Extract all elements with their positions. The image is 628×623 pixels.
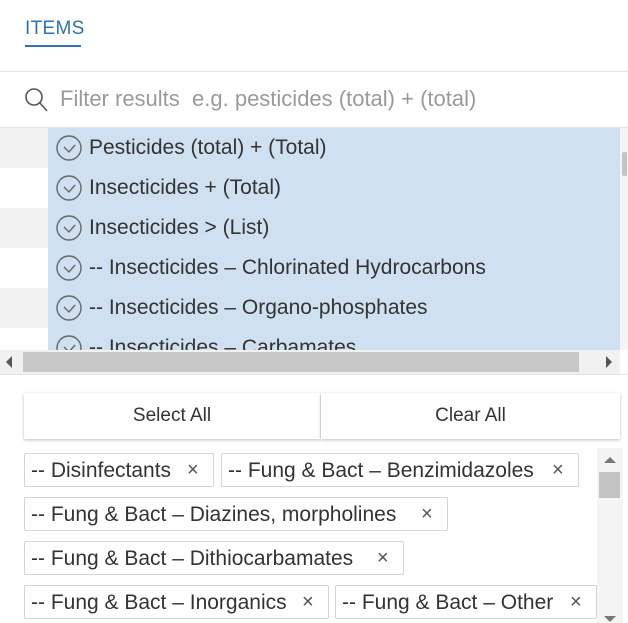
circle-check-icon[interactable] <box>56 175 82 201</box>
chip-label: -- Fung & Bact – Dithiocarbamates <box>31 547 354 570</box>
filter-bar <box>0 72 628 128</box>
selected-chip: -- Fung & Bact – Other × <box>335 585 597 619</box>
selected-chip: -- Disinfectants × <box>24 453 214 487</box>
list-item-label: Pesticides (total) + (Total) <box>89 136 327 159</box>
chip-label: -- Disinfectants <box>31 459 172 482</box>
results-list: Pesticides (total) + (Total) Insecticide… <box>0 128 628 350</box>
clear-all-button[interactable]: Clear All <box>321 393 620 439</box>
scroll-right-arrow-icon[interactable] <box>606 356 612 368</box>
list-item-label: -- Insecticides – Carbamates <box>89 336 357 350</box>
chip-label: -- Fung & Bact – Diazines, morpholines <box>31 503 397 526</box>
selected-chips: -- Disinfectants × -- Fung & Bact – Benz… <box>0 448 628 623</box>
list-item[interactable]: -- Insecticides – Carbamates <box>48 328 620 350</box>
tab-items[interactable]: ITEMS <box>25 18 85 40</box>
list-item[interactable]: -- Insecticides – Chlorinated Hydrocarbo… <box>48 248 620 288</box>
list-item[interactable]: Insecticides > (List) <box>48 208 620 248</box>
circle-check-icon[interactable] <box>56 135 82 161</box>
list-item[interactable]: -- Insecticides – Organo-phosphates <box>48 288 620 328</box>
selected-chip: -- Fung & Bact – Inorganics × <box>24 585 329 619</box>
divider <box>0 374 628 375</box>
list-item[interactable]: Insecticides + (Total) <box>48 168 620 208</box>
circle-check-icon[interactable] <box>56 335 82 350</box>
row-stripe <box>0 328 48 350</box>
list-item-label: -- Insecticides – Chlorinated Hydrocarbo… <box>89 256 486 279</box>
scrollbar-thumb[interactable] <box>622 152 627 176</box>
search-icon <box>25 88 48 112</box>
scroll-down-arrow-icon[interactable] <box>604 616 616 622</box>
circle-check-icon[interactable] <box>56 255 82 281</box>
list-item-label: Insecticides + (Total) <box>89 176 281 199</box>
chips-vertical-scrollbar[interactable] <box>597 448 623 623</box>
selected-chip: -- Fung & Bact – Dithiocarbamates × <box>24 541 404 575</box>
scrollbar-thumb[interactable] <box>599 472 620 498</box>
row-stripe <box>0 248 48 288</box>
list-item[interactable]: Pesticides (total) + (Total) <box>48 128 620 168</box>
chip-label: -- Fung & Bact – Other <box>342 591 554 614</box>
list-item-label: -- Insecticides – Organo-phosphates <box>89 296 428 319</box>
row-stripe <box>0 168 48 208</box>
list-item-label: Insecticides > (List) <box>89 216 270 239</box>
close-icon[interactable]: × <box>302 591 314 614</box>
row-stripe <box>0 288 48 328</box>
close-icon[interactable]: × <box>377 547 389 570</box>
scroll-left-arrow-icon[interactable] <box>6 356 12 368</box>
list-vertical-scrollbar[interactable] <box>620 128 628 350</box>
scroll-up-arrow-icon[interactable] <box>604 457 616 463</box>
circle-check-icon[interactable] <box>56 295 82 321</box>
selected-chip: -- Fung & Bact – Benzimidazoles × <box>221 453 579 487</box>
tab-active-indicator <box>25 45 81 47</box>
chip-label: -- Fung & Bact – Benzimidazoles <box>228 459 534 482</box>
filter-input[interactable] <box>58 84 618 114</box>
close-icon[interactable]: × <box>187 459 199 482</box>
row-stripe <box>0 208 48 248</box>
scrollbar-thumb[interactable] <box>23 352 579 372</box>
row-stripe <box>0 128 48 168</box>
close-icon[interactable]: × <box>421 503 433 526</box>
select-all-button[interactable]: Select All <box>24 393 320 439</box>
circle-check-icon[interactable] <box>56 215 82 241</box>
chip-label: -- Fung & Bact – Inorganics <box>31 591 287 614</box>
tab-bar: ITEMS <box>0 0 628 72</box>
list-horizontal-scrollbar[interactable] <box>0 350 620 374</box>
close-icon[interactable]: × <box>570 591 582 614</box>
close-icon[interactable]: × <box>552 459 564 482</box>
selected-chip: -- Fung & Bact – Diazines, morpholines × <box>24 497 448 531</box>
